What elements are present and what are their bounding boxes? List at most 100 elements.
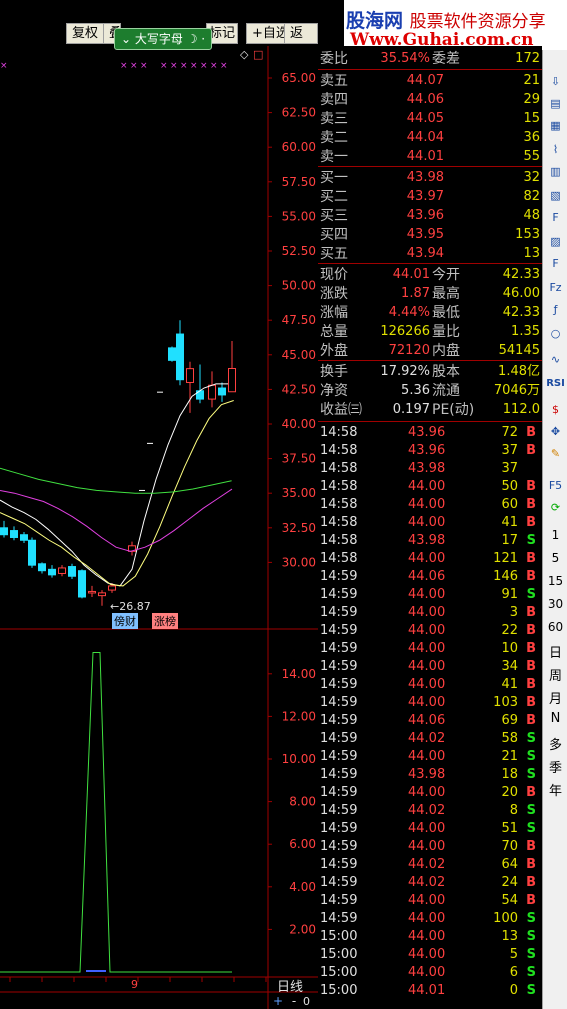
- cycle-button[interactable]: 季: [543, 757, 567, 776]
- weibi-row: 委比 35.54% 委差 172: [318, 50, 542, 68]
- cycle-button[interactable]: 年: [543, 780, 567, 799]
- f10-icon[interactable]: F: [546, 208, 565, 227]
- cycle-button[interactable]: 月: [543, 688, 567, 707]
- period-button[interactable]: 1: [543, 528, 567, 542]
- badge-a[interactable]: 傍财: [112, 613, 138, 629]
- ask-row[interactable]: 卖一 44.01 55: [318, 148, 542, 166]
- period-button[interactable]: 30: [543, 597, 567, 611]
- wave-icon[interactable]: ∿: [546, 350, 565, 369]
- tick-row[interactable]: 14:58 44.00 50 B: [318, 478, 542, 496]
- sync-icon[interactable]: ⟳: [546, 498, 565, 517]
- zoom-out-button[interactable]: -: [288, 994, 300, 1008]
- bid-row[interactable]: 买四 43.95 153: [318, 226, 542, 244]
- bid-row[interactable]: 买一 43.98 32: [318, 169, 542, 187]
- stat-value: 72120: [388, 343, 430, 358]
- tick-time: 14:58: [320, 425, 358, 440]
- badge-b[interactable]: 涨榜: [152, 613, 178, 629]
- tick-row[interactable]: 14:59 44.00 103 B: [318, 694, 542, 712]
- tick-row[interactable]: 14:59 44.00 22 B: [318, 622, 542, 640]
- tick-row[interactable]: 14:59 44.00 10 B: [318, 640, 542, 658]
- tick-time: 14:59: [320, 695, 358, 710]
- chart-canvas[interactable]: 65.00 62.50 60.00 57.50 55.00 52.50 50.00 47.50…: [0, 46, 318, 1009]
- ask-row[interactable]: 卖五 44.07 21: [318, 72, 542, 90]
- stat-row: 现价 44.01 今开 42.33: [318, 266, 542, 284]
- tick-row[interactable]: 14:59 44.06 146 B: [318, 568, 542, 586]
- stat-value: 4.44%: [388, 305, 430, 320]
- tick-row[interactable]: 14:58 44.00 60 B: [318, 496, 542, 514]
- tick-row[interactable]: 14:58 43.96 37 B: [318, 442, 542, 460]
- low-price-label: ←26.87: [110, 600, 151, 613]
- tick-row[interactable]: 14:59 44.00 91 S: [318, 586, 542, 604]
- stat-row: 涨跌 1.87 最高 46.00: [318, 285, 542, 303]
- period-label[interactable]: 日线: [277, 976, 303, 995]
- period-button[interactable]: 60: [543, 620, 567, 634]
- tick-row[interactable]: 14:59 44.00 54 B: [318, 892, 542, 910]
- period-button[interactable]: 15: [543, 574, 567, 588]
- diamond-icon[interactable]: ◇: [240, 48, 248, 61]
- candle-body: [58, 567, 66, 574]
- square-icon[interactable]: □: [253, 48, 263, 61]
- cycle-button[interactable]: 日: [543, 642, 567, 661]
- fz-icon[interactable]: Fz: [546, 278, 565, 297]
- tick-row[interactable]: 14:59 44.00 20 B: [318, 784, 542, 802]
- f-icon[interactable]: F: [546, 254, 565, 273]
- table-icon[interactable]: ▦: [546, 116, 565, 135]
- dollar-icon[interactable]: $: [546, 400, 565, 419]
- period-button[interactable]: 5: [543, 551, 567, 565]
- bid-row[interactable]: 买三 43.96 48: [318, 207, 542, 225]
- circle-icon[interactable]: ○: [546, 324, 565, 343]
- tick-row[interactable]: 14:59 44.00 34 B: [318, 658, 542, 676]
- stat-label: 量比: [432, 324, 460, 340]
- tick-row[interactable]: 14:59 44.00 21 S: [318, 748, 542, 766]
- kline-chart[interactable]: 65.00 62.50 60.00 57.50 55.00 52.50 50.00 47.50…: [0, 46, 318, 1009]
- ask-row[interactable]: 卖四 44.06 29: [318, 91, 542, 109]
- bid-row[interactable]: 买五 43.94 13: [318, 245, 542, 263]
- grid-icon[interactable]: ▨: [546, 232, 565, 251]
- tick-row[interactable]: 15:00 44.00 5 S: [318, 946, 542, 964]
- ask-row[interactable]: 卖三 44.05 15: [318, 110, 542, 128]
- move-icon[interactable]: ✥: [546, 422, 565, 441]
- signal-marker: ×: [170, 61, 178, 71]
- tick-row[interactable]: 14:59 44.02 64 B: [318, 856, 542, 874]
- tick-row[interactable]: 14:59 44.00 41 B: [318, 676, 542, 694]
- back-button[interactable]: 返回: [284, 23, 318, 60]
- f5-icon[interactable]: F5: [546, 476, 565, 495]
- tick-row[interactable]: 14:59 43.98 18 S: [318, 766, 542, 784]
- bar-chart-icon[interactable]: ▤: [546, 94, 565, 113]
- tick-row[interactable]: 14:59 44.00 3 B: [318, 604, 542, 622]
- tick-row[interactable]: 14:59 44.02 24 B: [318, 874, 542, 892]
- fundamental-label: PE(动): [432, 402, 475, 418]
- refresh-icon[interactable]: ⇩: [546, 72, 565, 91]
- tick-row[interactable]: 15:00 44.00 6 S: [318, 964, 542, 982]
- tick-price: 44.06: [408, 569, 446, 584]
- tick-row[interactable]: 14:59 44.00 70 B: [318, 838, 542, 856]
- pencil-icon[interactable]: ✎: [546, 444, 565, 463]
- tick-row[interactable]: 14:58 43.98 37: [318, 460, 542, 478]
- cycle-button[interactable]: 周: [543, 665, 567, 684]
- tick-row[interactable]: 14:59 44.02 58 S: [318, 730, 542, 748]
- tick-row[interactable]: 14:58 44.00 41 B: [318, 514, 542, 532]
- price-tick-label: 47.50: [282, 313, 316, 327]
- tick-row[interactable]: 14:59 44.06 69 B: [318, 712, 542, 730]
- tick-row[interactable]: 15:00 44.01 0 S: [318, 982, 542, 1000]
- formula-icon[interactable]: ƒ: [546, 300, 565, 319]
- line-chart-icon[interactable]: ⌇: [546, 140, 565, 159]
- tick-row[interactable]: 14:58 43.96 72 B: [318, 424, 542, 442]
- tick-row[interactable]: 14:58 44.00 121 B: [318, 550, 542, 568]
- zoom-in-button[interactable]: +: [272, 994, 284, 1008]
- candle-icon[interactable]: ▥: [546, 162, 565, 181]
- candle-body: [228, 368, 236, 393]
- rsi-button[interactable]: RSI: [543, 378, 567, 389]
- tick-row[interactable]: 14:58 43.98 17 S: [318, 532, 542, 550]
- tick-row[interactable]: 15:00 44.00 13 S: [318, 928, 542, 946]
- layout-icon[interactable]: ▧: [546, 186, 565, 205]
- tick-row[interactable]: 14:59 44.02 8 S: [318, 802, 542, 820]
- cycle-button[interactable]: 多: [543, 734, 567, 753]
- tick-row[interactable]: 14:59 44.00 51 S: [318, 820, 542, 838]
- tick-row[interactable]: 14:59 44.00 100 S: [318, 910, 542, 928]
- bid-row[interactable]: 买二 43.97 82: [318, 188, 542, 206]
- tick-price: 44.00: [408, 623, 446, 638]
- cycle-button[interactable]: N: [543, 711, 567, 726]
- ask-row[interactable]: 卖二 44.04 36: [318, 129, 542, 147]
- adjust-price-button[interactable]: 复权: [66, 23, 105, 44]
